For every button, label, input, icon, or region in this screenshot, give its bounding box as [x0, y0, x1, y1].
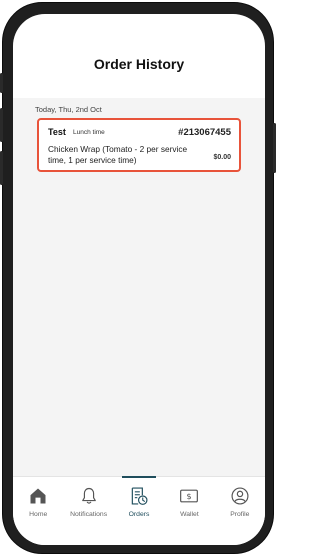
nav-label-notifications: Notifications: [70, 511, 108, 518]
side-button: [0, 73, 3, 93]
nav-label-wallet: Wallet: [180, 511, 199, 518]
bottom-nav: Home Notifications Orders $ Wallet Profi…: [13, 476, 265, 545]
profile-icon: [231, 487, 249, 505]
order-name: Test: [48, 127, 66, 137]
nav-item-home[interactable]: Home: [13, 477, 63, 545]
orders-icon: [131, 487, 148, 505]
order-description: Chicken Wrap (Tomato - 2 per service tim…: [48, 144, 188, 165]
order-tag: Lunch time: [73, 128, 105, 136]
power-button: [273, 123, 276, 173]
nav-item-orders[interactable]: Orders: [114, 476, 164, 545]
nav-label-home: Home: [29, 511, 48, 518]
canvas: Order History Today, Thu, 2nd Oct Test L…: [0, 0, 276, 558]
nav-item-profile[interactable]: Profile: [215, 477, 265, 545]
order-card[interactable]: Test Lunch time #213067455 Chicken Wrap …: [37, 118, 241, 172]
nav-label-orders: Orders: [128, 511, 150, 518]
volume-up-button: [0, 108, 3, 142]
page-title: Order History: [93, 56, 185, 72]
nav-item-notifications[interactable]: Notifications: [63, 477, 113, 545]
date-label: Today, Thu, 2nd Oct: [35, 105, 102, 114]
nav-label-profile: Profile: [230, 511, 250, 518]
nav-item-wallet[interactable]: $ Wallet: [164, 477, 214, 545]
order-number: #213067455: [178, 127, 231, 138]
home-icon: [30, 488, 46, 504]
order-list-area: Today, Thu, 2nd Oct Test Lunch time #213…: [13, 98, 265, 476]
phone-frame: Order History Today, Thu, 2nd Oct Test L…: [0, 2, 276, 554]
wallet-icon: $: [180, 489, 199, 503]
screen: Order History Today, Thu, 2nd Oct Test L…: [13, 14, 265, 545]
svg-text:$: $: [187, 491, 192, 501]
bell-icon: [81, 487, 96, 504]
order-price: $0.00: [213, 154, 231, 161]
volume-down-button: [0, 151, 3, 185]
